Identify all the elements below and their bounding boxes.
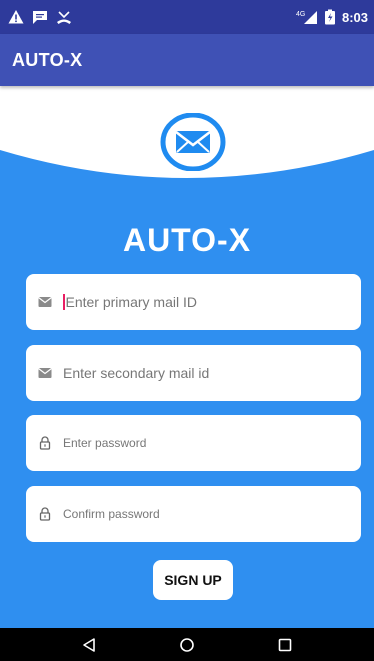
signup-button[interactable]: SIGN UP — [153, 560, 233, 600]
primary-email-placeholder: Enter primary mail ID — [65, 294, 197, 310]
secondary-email-placeholder: Enter secondary mail id — [63, 365, 210, 381]
text-cursor — [63, 294, 65, 310]
app-bar: AUTO-X — [0, 34, 374, 86]
home-icon — [180, 637, 194, 652]
status-bar: 4G 8:03 — [0, 0, 374, 34]
battery-icon — [324, 9, 335, 25]
password-placeholder: Enter password — [63, 436, 147, 450]
secondary-email-field[interactable]: Enter secondary mail id — [26, 345, 361, 401]
mail-logo-icon — [160, 113, 226, 171]
recents-button[interactable] — [270, 633, 300, 657]
app-bar-title: AUTO-X — [12, 49, 83, 70]
status-time: 8:03 — [341, 9, 368, 25]
warning-icon — [8, 10, 24, 24]
brand-title: AUTO-X — [122, 222, 252, 258]
home-button[interactable] — [172, 633, 202, 657]
status-left-icons — [8, 9, 72, 25]
confirm-password-field[interactable]: Confirm password — [26, 486, 361, 542]
back-icon — [83, 637, 95, 652]
confirm-password-placeholder: Confirm password — [63, 507, 160, 521]
lock-icon — [39, 507, 51, 521]
phone-screen: 4G 8:03 AUTO-X AUTO-X Enter primary mail… — [0, 0, 374, 661]
status-right-icons: 4G 8:03 — [296, 9, 368, 25]
recents-icon — [278, 638, 292, 651]
back-button[interactable] — [74, 633, 104, 657]
navigation-bar — [0, 628, 374, 661]
mail-icon — [38, 297, 52, 307]
lock-icon — [39, 436, 51, 450]
signal-icon: 4G — [296, 11, 317, 24]
mail-icon — [38, 368, 52, 378]
network-type: 4G — [296, 11, 305, 18]
missed-call-icon — [57, 11, 71, 24]
password-field[interactable]: Enter password — [26, 415, 361, 471]
primary-email-field[interactable]: Enter primary mail ID — [26, 274, 361, 330]
message-icon — [33, 11, 47, 24]
